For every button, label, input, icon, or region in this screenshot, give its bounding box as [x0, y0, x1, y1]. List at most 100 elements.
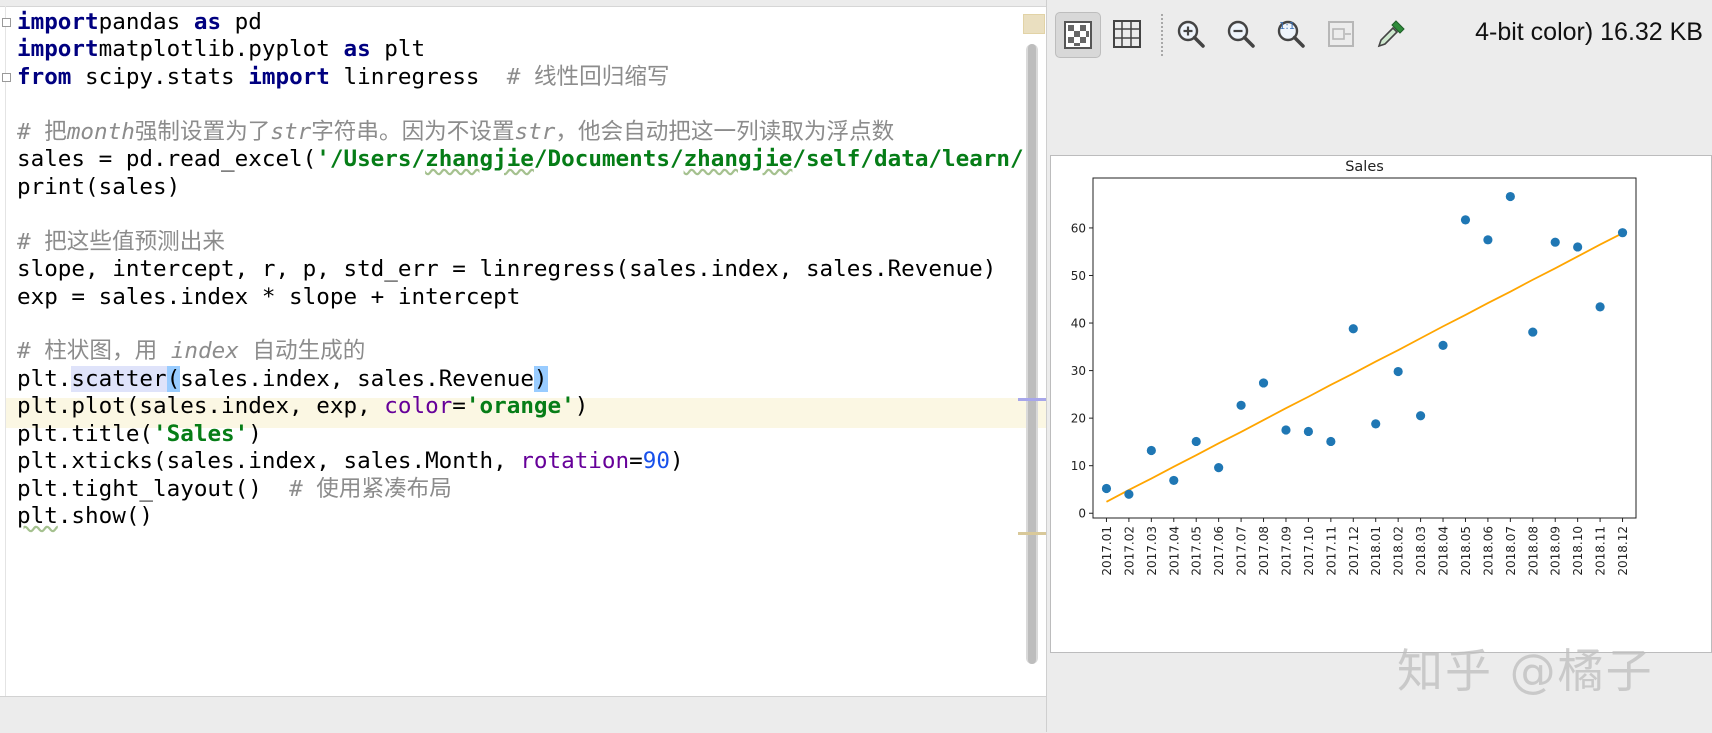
scatter-point: [1326, 436, 1336, 447]
code-line[interactable]: plt.title('Sales'): [17, 419, 262, 449]
scatter-point: [1371, 419, 1381, 429]
scrollbar-caret-marker[interactable]: [1018, 398, 1046, 401]
color-picker-icon: [1377, 20, 1405, 48]
code-editor-pane[interactable]: importpandas as pd importmatplotlib.pyplo…: [0, 0, 1046, 733]
grid-toggle-button[interactable]: [1105, 12, 1149, 56]
code-line[interactable]: importmatplotlib.pyplot as plt: [17, 34, 425, 64]
code-line[interactable]: plt.xticks(sales.index, sales.Month, rot…: [17, 446, 684, 476]
code-token: as: [343, 36, 371, 63]
scatter-point: [1101, 483, 1112, 494]
code-token: scipy.stats: [71, 63, 249, 90]
x-tick-label: 2017.04: [1167, 526, 1181, 576]
scatter-point: [1617, 228, 1628, 238]
x-tick-label: 2017.09: [1279, 526, 1293, 576]
inspection-status-icon[interactable]: [1023, 14, 1045, 34]
code-token: ): [533, 365, 548, 392]
code-line[interactable]: plt.show(): [17, 501, 153, 531]
code-line[interactable]: # 把这些值预测出来: [17, 227, 225, 257]
fold-marker-icon[interactable]: [2, 73, 11, 82]
x-tick-label: 2018.01: [1369, 526, 1383, 576]
code-line[interactable]: plt.tight_layout() # 使用紧凑布局: [17, 474, 452, 504]
scatter-point: [1169, 475, 1179, 486]
code-line[interactable]: # 柱状图，用 index 自动生成的: [17, 336, 365, 366]
y-tick-label: 0: [1078, 507, 1086, 521]
x-tick-label: 2017.05: [1190, 526, 1204, 576]
code-line[interactable]: importpandas as pd: [17, 7, 262, 37]
fit-to-window-icon: [1328, 21, 1354, 47]
actual-size-icon: 1:1: [1277, 20, 1305, 48]
x-tick-label: 2017.01: [1100, 526, 1114, 576]
image-viewer-pane: 1:1 4-bit color) 16.32 KB Sales 0 10 20 30 40…: [1046, 0, 1712, 732]
x-tick-label: 2018.07: [1504, 526, 1518, 576]
code-line[interactable]: print(sales): [17, 172, 180, 202]
scatter-point: [1505, 191, 1515, 202]
code-line[interactable]: from scipy.stats import linregress # 线性回…: [17, 62, 670, 92]
fold-marker-icon[interactable]: [2, 18, 11, 27]
code-token: plt: [370, 36, 426, 63]
scatter-point: [1258, 378, 1269, 388]
scatter-point: [1146, 445, 1156, 456]
y-tick-label: 60: [1071, 221, 1086, 235]
scatter-point: [1573, 242, 1583, 252]
code-token: plt.: [17, 365, 72, 392]
scatter-point: [1303, 426, 1314, 437]
actual-size-button[interactable]: 1:1: [1269, 12, 1313, 56]
x-tick-label: 2018.03: [1414, 526, 1428, 576]
code-token: import: [17, 9, 99, 35]
code-token: matplotlib.pyplot: [98, 36, 344, 63]
code-token: ): [574, 393, 589, 420]
code-token: ): [669, 448, 684, 475]
toolbar-separator: [1161, 14, 1163, 56]
code-token: '/Users/: [316, 146, 426, 173]
code-token: pandas: [98, 9, 194, 35]
code-token: =: [629, 448, 643, 475]
code-token: month: [66, 118, 135, 145]
code-line[interactable]: # 把month强制设置为了str字符串。因为不设置str，他会自动把这一列读取…: [17, 117, 894, 147]
y-tick-label: 10: [1071, 459, 1086, 473]
code-line[interactable]: sales = pd.read_excel('/Users/zhangjie/D…: [17, 144, 1024, 174]
code-token: =: [452, 393, 466, 420]
scatter-point: [1236, 400, 1246, 410]
image-canvas[interactable]: Sales 0 10 20 30 40 50 60 2017.01 2017.02 2017.03 2…: [1050, 155, 1712, 653]
x-tick-label: 2018.11: [1594, 526, 1608, 576]
x-tick-label: 2017.07: [1235, 526, 1249, 576]
code-token: /self/data/learn/: [792, 146, 1024, 173]
code-line[interactable]: exp = sales.index * slope + intercept: [17, 282, 520, 312]
code-token: from: [17, 63, 72, 90]
scatter-point: [1281, 425, 1291, 435]
code-line[interactable]: plt.plot(sales.index, exp, color='orange…: [17, 391, 588, 421]
code-token: (: [166, 365, 181, 392]
actual-size-label: 1:1: [1279, 21, 1295, 32]
code-token: rotation: [520, 448, 630, 475]
x-tick-label: 2017.08: [1257, 526, 1271, 576]
code-line[interactable]: plt.scatter(sales.index, sales.Revenue): [17, 364, 548, 394]
regression-line: [1106, 232, 1623, 503]
scrollbar-warning-marker[interactable]: [1018, 532, 1046, 535]
code-line[interactable]: slope, intercept, r, p, std_err = linreg…: [17, 254, 996, 284]
zoom-in-button[interactable]: [1169, 12, 1213, 56]
code-token: str: [514, 118, 556, 145]
scatter-point: [1124, 489, 1134, 499]
code-token: plt.title(: [17, 420, 154, 447]
color-picker-button[interactable]: [1369, 12, 1413, 56]
scatter-point: [1348, 324, 1358, 334]
zoom-out-button[interactable]: [1219, 12, 1263, 56]
scatter-point: [1415, 411, 1426, 421]
y-tick-label: 40: [1071, 317, 1086, 331]
zoom-out-icon: [1227, 20, 1255, 48]
code-token: plt.tight_layout(): [17, 475, 290, 502]
code-token: # 把这些值预测出来: [17, 228, 225, 255]
code-token: .show(): [57, 503, 154, 530]
y-tick-label: 20: [1071, 412, 1086, 426]
code-token: scatter: [71, 365, 167, 392]
fit-to-window-button[interactable]: [1319, 12, 1363, 56]
x-tick-label: 2017.02: [1122, 526, 1136, 576]
code-token: plt: [17, 503, 58, 530]
checkerboard-toggle-button[interactable]: [1055, 12, 1101, 58]
x-tick-label: 2018.09: [1549, 526, 1563, 576]
code-token: 'orange': [465, 393, 575, 420]
vertical-scrollbar-thumb[interactable]: [1028, 44, 1036, 664]
y-tick-label: 50: [1071, 269, 1086, 283]
code-token: # 把: [17, 118, 67, 145]
scatter-point: [1460, 215, 1471, 225]
